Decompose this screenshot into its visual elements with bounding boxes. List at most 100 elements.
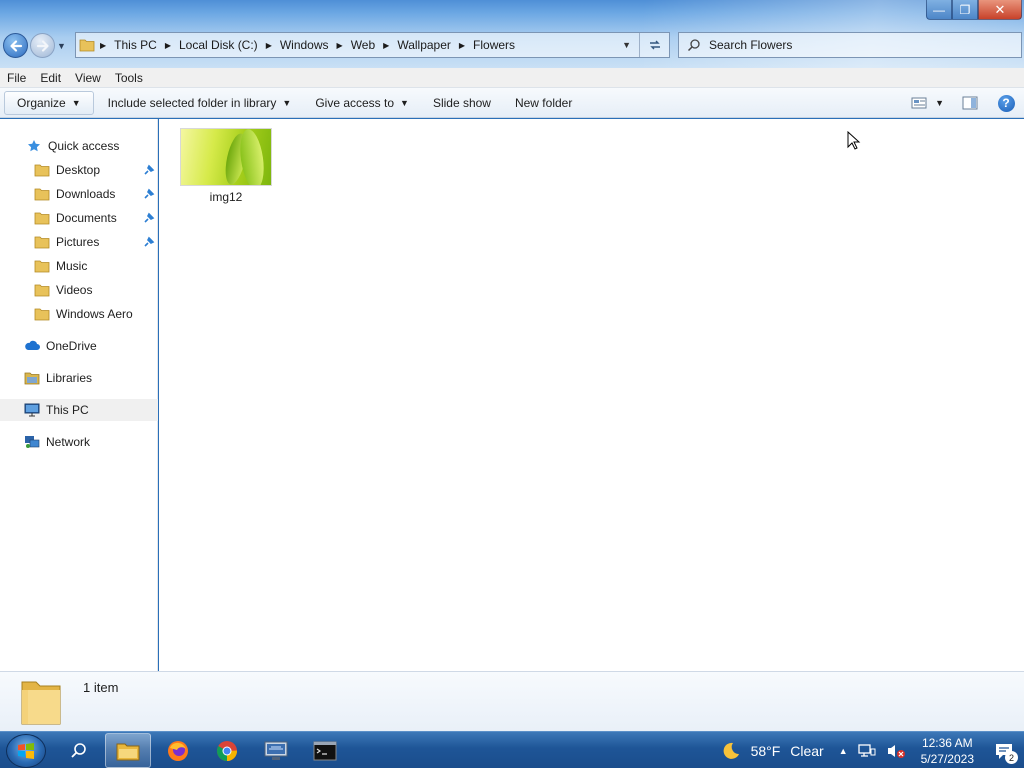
maximize-button[interactable]: ❐ (952, 0, 978, 20)
chevron-right-icon[interactable]: ▶ (457, 41, 467, 50)
taskbar-command-prompt[interactable] (302, 733, 348, 768)
folder-icon (34, 186, 50, 202)
preview-pane-button[interactable] (958, 91, 982, 115)
weather-moon-icon[interactable] (720, 741, 740, 761)
file-item-img12[interactable]: img12 (179, 128, 273, 204)
organize-button[interactable]: Organize ▼ (4, 90, 94, 115)
back-button[interactable] (3, 33, 28, 58)
help-icon: ? (997, 94, 1015, 112)
recent-locations-dropdown[interactable]: ▼ (57, 41, 66, 51)
pin-icon[interactable] (142, 235, 156, 249)
sidebar-item-documents[interactable]: Documents (0, 207, 158, 229)
folder-large-icon (21, 681, 61, 725)
notification-count-badge: 2 (1005, 751, 1018, 764)
taskbar-network-app[interactable] (253, 733, 299, 768)
windows-logo-icon (18, 743, 34, 759)
breadcrumb-local-disk[interactable]: Local Disk (C:) (173, 38, 264, 52)
title-bar: — ❐ ✕ ▼ ▶ This PC ▶ Local Disk (C:) ▶ Wi… (0, 0, 1024, 68)
item-count: 1 item (83, 680, 119, 695)
sidebar-item-downloads[interactable]: Downloads (0, 183, 158, 205)
pin-icon[interactable] (142, 211, 156, 225)
folder-icon (34, 306, 50, 322)
close-button[interactable]: ✕ (978, 0, 1022, 20)
new-folder-label: New folder (514, 95, 573, 110)
action-center-button[interactable]: 2 (984, 732, 1024, 768)
folder-icon (76, 33, 98, 57)
taskbar-search-button[interactable] (56, 733, 102, 768)
forward-button[interactable] (30, 33, 55, 58)
taskbar-chrome[interactable] (204, 733, 250, 768)
breadcrumb-flowers[interactable]: Flowers (467, 38, 521, 52)
help-button[interactable]: ? (994, 91, 1018, 115)
show-hidden-icons-chevron-icon[interactable]: ▲ (839, 746, 848, 756)
file-list[interactable]: img12 (159, 119, 1024, 671)
pin-icon[interactable] (142, 163, 156, 177)
chevron-right-icon[interactable]: ▶ (163, 41, 173, 50)
sidebar-item-libraries[interactable]: Libraries (0, 367, 158, 389)
navigation-pane: Quick access Desktop Downloads Documents… (0, 119, 158, 671)
give-access-button[interactable]: Give access to ▼ (305, 91, 419, 115)
weather-widget[interactable]: 58°F Clear (751, 743, 824, 759)
breadcrumb-web[interactable]: Web (345, 38, 381, 52)
navigation-buttons: ▼ (3, 33, 66, 58)
image-thumbnail[interactable] (180, 128, 272, 186)
sidebar-item-this-pc[interactable]: This PC (0, 399, 158, 421)
minimize-button[interactable]: — (926, 0, 952, 20)
sidebar-item-label: Pictures (56, 235, 100, 249)
command-prompt-icon (313, 741, 337, 760)
sidebar-item-label: Videos (56, 283, 93, 297)
volume-muted-icon[interactable] (886, 743, 906, 759)
sidebar-item-music[interactable]: Music (0, 255, 158, 277)
address-dropdown-icon[interactable]: ▼ (622, 33, 631, 57)
sidebar-item-label: Music (56, 259, 88, 273)
menu-file[interactable]: File (0, 71, 33, 85)
network-status-icon[interactable] (857, 743, 876, 759)
sidebar-item-label: Network (46, 435, 91, 449)
command-bar: Organize ▼ Include selected folder in lib… (0, 88, 1024, 118)
chevron-right-icon[interactable]: ▶ (381, 41, 391, 50)
taskbar-file-explorer[interactable] (105, 733, 151, 768)
menu-edit[interactable]: Edit (33, 71, 68, 85)
window-controls: — ❐ ✕ (926, 0, 1022, 20)
chevron-right-icon[interactable]: ▶ (335, 41, 345, 50)
sidebar-item-label: OneDrive (46, 339, 97, 353)
sidebar-item-pictures[interactable]: Pictures (0, 231, 158, 253)
include-label: Include selected folder in library (107, 95, 277, 110)
give-access-label: Give access to (315, 95, 395, 110)
sidebar-item-label: Documents (56, 211, 117, 225)
breadcrumb-wallpaper[interactable]: Wallpaper (391, 38, 457, 52)
folder-icon (34, 234, 50, 250)
change-view-button[interactable] (907, 91, 931, 115)
new-folder-button[interactable]: New folder (505, 91, 582, 115)
sidebar-item-windows-aero[interactable]: Windows Aero (0, 303, 158, 325)
sidebar-item-desktop[interactable]: Desktop (0, 159, 158, 181)
sidebar-item-network[interactable]: Network (0, 431, 158, 453)
menu-view[interactable]: View (68, 71, 108, 85)
clock[interactable]: 12:36 AM 5/27/2023 (921, 735, 974, 767)
menu-tools[interactable]: Tools (108, 71, 150, 85)
folder-icon (34, 210, 50, 226)
breadcrumb-this-pc[interactable]: This PC (108, 38, 163, 52)
breadcrumb-windows[interactable]: Windows (274, 38, 335, 52)
sidebar-item-videos[interactable]: Videos (0, 279, 158, 301)
sidebar-item-onedrive[interactable]: OneDrive (0, 335, 158, 357)
taskbar-firefox[interactable] (155, 733, 201, 768)
chevron-right-icon[interactable]: ▶ (264, 41, 274, 50)
chevron-down-icon[interactable]: ▼ (935, 98, 944, 108)
sidebar-item-label: Desktop (56, 163, 101, 177)
clock-date: 5/27/2023 (920, 751, 974, 766)
start-button[interactable] (6, 734, 46, 768)
search-input[interactable]: Search Flowers (678, 32, 1022, 58)
include-in-library-button[interactable]: Include selected folder in library ▼ (98, 91, 302, 115)
sidebar-item-label: Libraries (46, 371, 93, 385)
chevron-right-icon[interactable]: ▶ (98, 41, 108, 50)
pin-icon[interactable] (142, 187, 156, 201)
preview-pane-icon (962, 96, 978, 110)
sidebar-item-quick-access[interactable]: Quick access (0, 135, 158, 157)
address-bar[interactable]: ▶ This PC ▶ Local Disk (C:) ▶ Windows ▶ … (75, 32, 670, 58)
search-placeholder: Search Flowers (709, 38, 793, 52)
refresh-button[interactable] (639, 33, 669, 57)
file-explorer-icon (116, 743, 140, 760)
chevron-down-icon: ▼ (282, 97, 292, 108)
slide-show-button[interactable]: Slide show (423, 91, 501, 115)
